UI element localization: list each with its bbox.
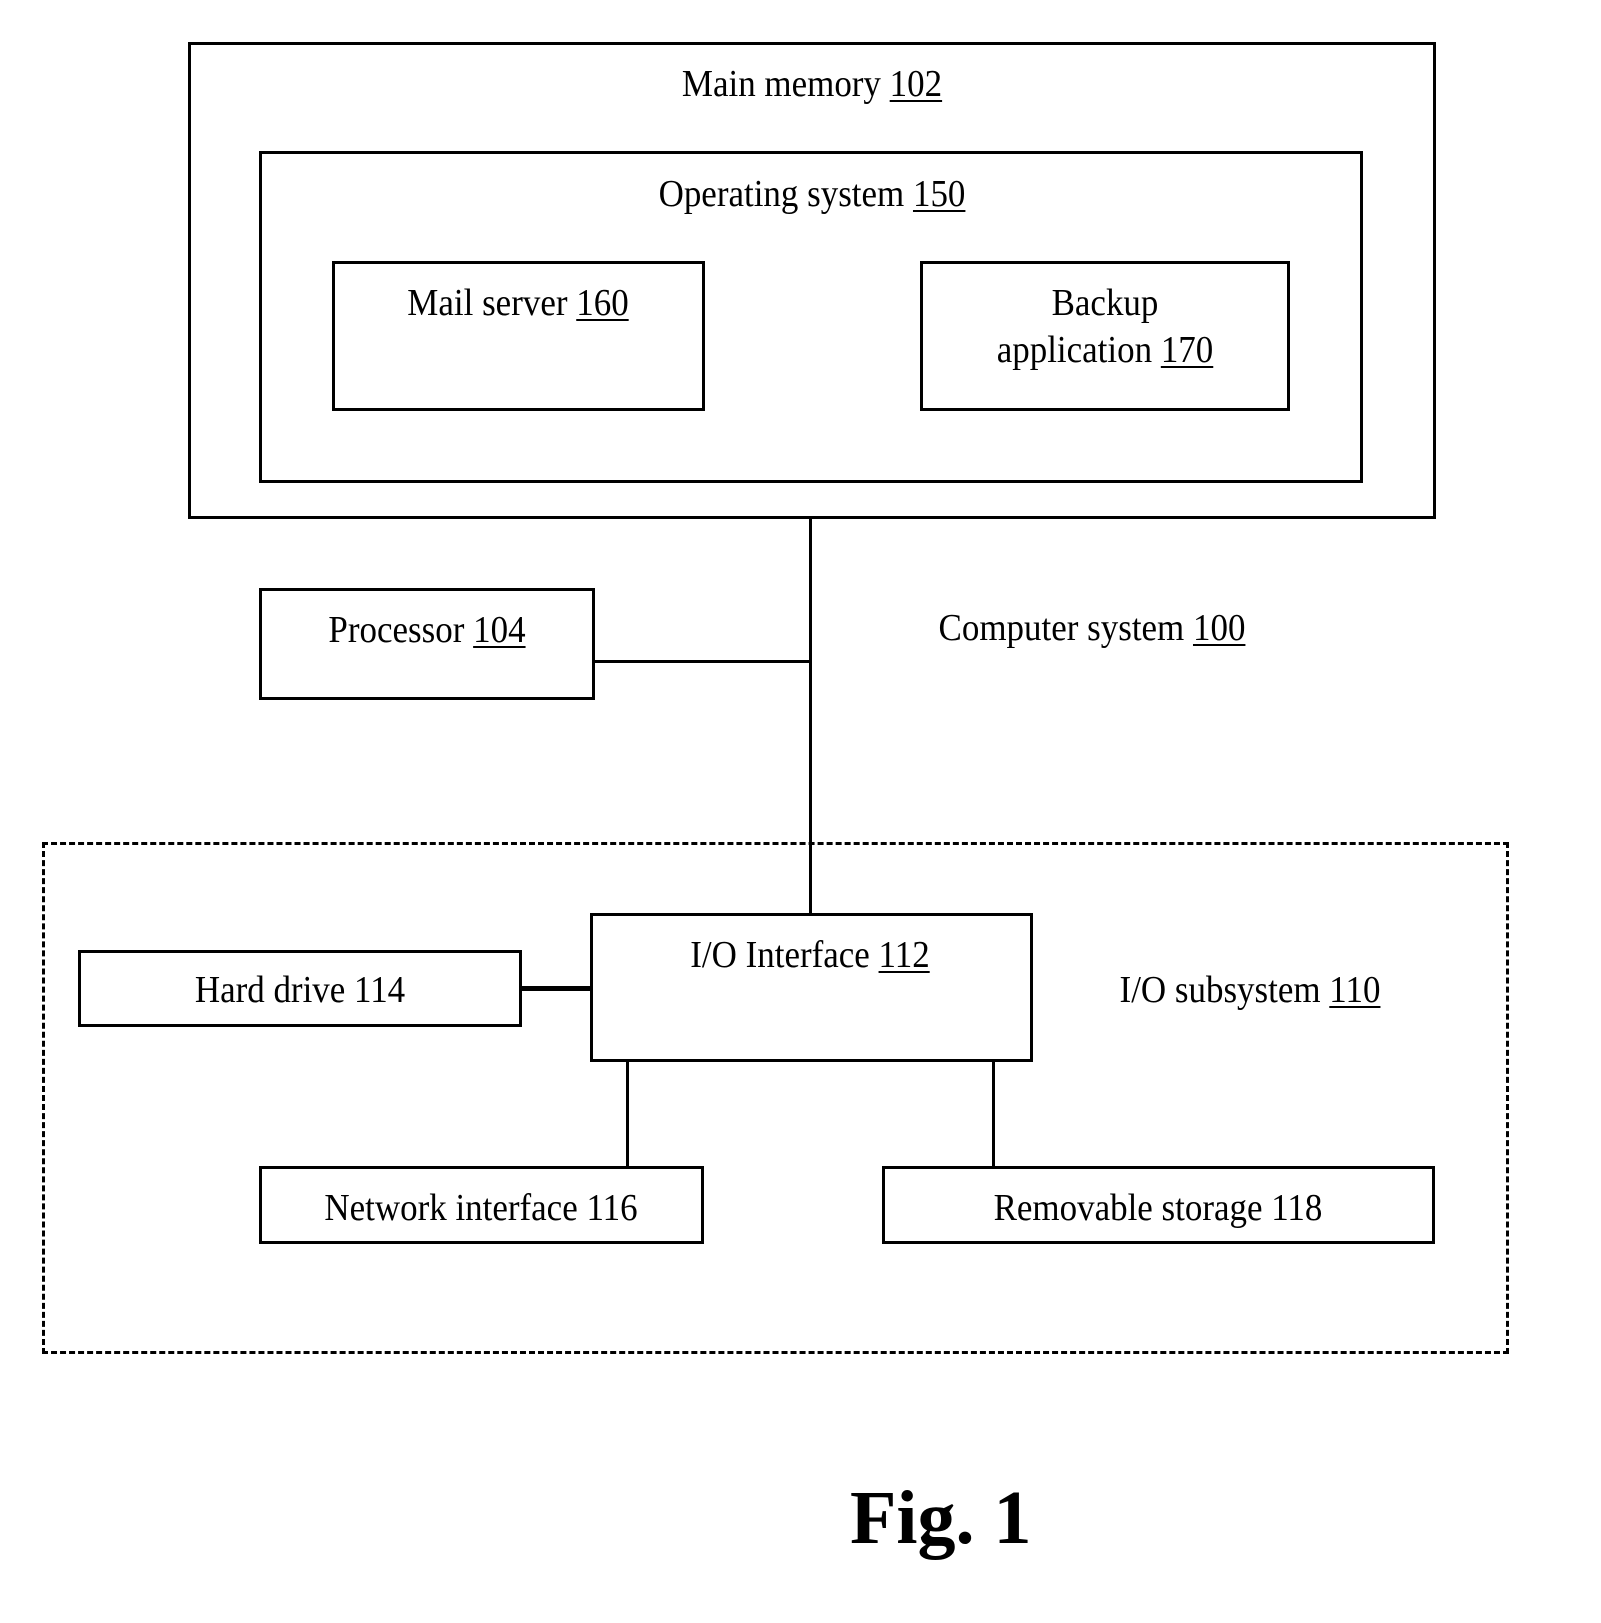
backup-application-ref: 170 [1160,329,1214,371]
main-memory-label: Main memory 102 [628,60,996,108]
computer-system-text: Computer system [938,607,1185,649]
processor-text: Processor [328,609,465,651]
mail-server-ref: 160 [576,282,629,324]
hard-drive-label: Hard drive 114 [125,966,475,1014]
backup-application-text-1: Backup [1051,282,1159,324]
main-memory-text: Main memory [681,63,881,105]
operating-system-ref: 150 [912,173,966,215]
io-subsystem-text: I/O subsystem [1119,969,1321,1011]
operating-system-text: Operating system [658,173,905,215]
network-interface-connector-line [626,1061,629,1168]
backup-application-text-2: application [996,329,1153,371]
removable-storage-label: Removable storage 118 [956,1184,1361,1232]
backup-application-label-line1: Backup [967,279,1243,327]
network-interface-text: Network interface 116 [324,1187,638,1229]
hard-drive-text: Hard drive 114 [194,969,406,1011]
mail-server-label: Mail server 160 [371,279,665,327]
io-subsystem-label: I/O subsystem 110 [1094,966,1407,1014]
network-interface-label: Network interface 116 [297,1184,665,1232]
main-memory-ref: 102 [889,63,943,105]
computer-system-ref: 100 [1192,607,1246,649]
figure-caption: Fig. 1 [850,1476,1032,1560]
processor-connector-line [594,660,811,663]
io-interface-text: I/O Interface [690,934,870,976]
io-subsystem-ref: 110 [1329,969,1381,1011]
mail-server-text: Mail server [407,282,568,324]
backup-application-label-line2: application 170 [967,326,1243,374]
removable-storage-text: Removable storage 118 [993,1187,1323,1229]
operating-system-label: Operating system 150 [610,170,1015,218]
computer-system-label: Computer system 100 [917,604,1267,652]
processor-ref: 104 [473,609,526,651]
removable-storage-connector-line [992,1061,995,1168]
hard-drive-connector-line [521,986,591,991]
processor-label: Processor 104 [298,606,556,654]
io-interface-label: I/O Interface 112 [654,931,967,979]
io-interface-ref: 112 [878,934,930,976]
